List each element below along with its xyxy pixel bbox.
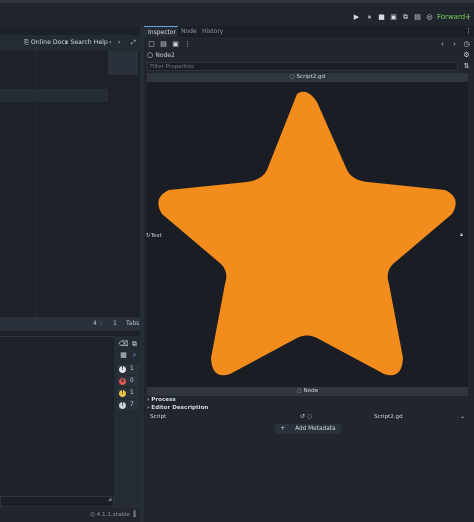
- history-icon[interactable]: ◷: [461, 39, 472, 50]
- distraction-free-icon[interactable]: ⤢: [131, 38, 136, 48]
- info-icon: !: [119, 365, 126, 373]
- add-metadata-button[interactable]: + Add Metadata: [275, 424, 341, 434]
- search-help-button[interactable]: ⌕ Search Help: [65, 38, 108, 48]
- history-back-icon[interactable]: ‹: [437, 39, 448, 50]
- script-value: Script2.gd: [374, 414, 403, 420]
- node-header-icon: ◌: [296, 388, 302, 394]
- chevron-down-icon[interactable]: ⌄: [460, 413, 465, 421]
- filter-icon[interactable]: ▦: [118, 350, 129, 361]
- new-resource-icon[interactable]: ▢: [146, 39, 157, 50]
- output-filter-input[interactable]: [0, 496, 114, 507]
- preview-row-left: ↻Test: [146, 232, 162, 240]
- info-count: 1: [130, 366, 134, 372]
- save-resource-icon[interactable]: ▣: [170, 39, 181, 50]
- play-icon[interactable]: ▶: [351, 12, 362, 23]
- cursor-column: 1: [113, 320, 117, 327]
- property-sort-icon[interactable]: ⇅: [461, 61, 472, 72]
- warning-count-toggle[interactable]: ! 1: [117, 388, 139, 398]
- filter-placeholder: Filter Properties: [150, 64, 194, 70]
- search-help-label: Search Help: [70, 39, 108, 46]
- online-docs-icon: ⎘: [24, 39, 29, 46]
- bottom-panel-bar: [0, 508, 474, 522]
- history-forward-icon[interactable]: ›: [449, 39, 460, 50]
- movie-maker-icon[interactable]: ▤: [412, 12, 423, 23]
- message-count-toggle[interactable]: ! 7: [117, 400, 139, 410]
- info-count-toggle[interactable]: ! 1: [117, 364, 139, 374]
- star-shape: [158, 91, 456, 376]
- output-toolbar: [114, 336, 140, 508]
- indent-mode[interactable]: Tabs: [126, 317, 139, 331]
- expand-arrow-icon: ›: [147, 405, 150, 411]
- tab-inspector[interactable]: Inspector: [144, 26, 178, 37]
- section-process[interactable]: › Process: [147, 396, 468, 404]
- play-custom-scene-icon[interactable]: ⧉: [400, 12, 411, 23]
- preview-left-label: Test: [150, 233, 162, 239]
- prev-script-icon[interactable]: ‹: [109, 38, 111, 48]
- add-metadata-label: Add Metadata: [295, 426, 336, 432]
- cursor-separator: :: [100, 320, 103, 327]
- play-scene-icon[interactable]: ▣: [388, 12, 399, 23]
- message-count: 7: [130, 402, 134, 408]
- node-section-header[interactable]: ◌ Node: [147, 387, 468, 396]
- stop-icon[interactable]: ■: [376, 12, 387, 23]
- editor-status-bar: [0, 317, 140, 331]
- message-icon: !: [119, 401, 126, 409]
- version-icon: ⌬: [90, 512, 95, 518]
- object-name: Node2: [155, 52, 175, 59]
- warning-count: 1: [130, 390, 134, 396]
- version-text: 4.1.1.stable: [96, 512, 130, 518]
- current-line-highlight: [0, 89, 108, 102]
- error-icon: x: [119, 377, 126, 385]
- search-icon[interactable]: ⌕: [129, 350, 140, 361]
- clear-icon[interactable]: ⌫: [118, 339, 129, 350]
- next-script-icon[interactable]: ›: [118, 38, 120, 48]
- star-preview-image: [158, 91, 456, 376]
- tab-history[interactable]: History: [198, 26, 227, 37]
- error-count-toggle[interactable]: x 0: [117, 376, 139, 386]
- minimap[interactable]: [108, 51, 140, 317]
- online-docs-label: Online Docs: [30, 39, 69, 46]
- script-icon: ◌: [289, 74, 295, 80]
- bottom-panel-pin-icon[interactable]: ⫿: [129, 509, 140, 520]
- copy-icon[interactable]: ⧉: [129, 339, 140, 350]
- section-editor-description-label: Editor Description: [151, 405, 209, 411]
- filter-search-icon: ⌕: [108, 496, 113, 504]
- remote-debug-icon[interactable]: ◎: [424, 12, 435, 23]
- expand-arrow-icon: ›: [147, 397, 150, 403]
- lock-icon[interactable]: 🔒︎: [460, 232, 463, 239]
- error-count: 0: [130, 378, 134, 384]
- script-property-label: Script: [150, 414, 167, 420]
- more-icon[interactable]: ⋮: [463, 12, 474, 23]
- node-icon: ○: [147, 51, 154, 59]
- script-revert-icon[interactable]: ↺ ◌: [300, 413, 312, 421]
- search-help-icon: ⌕: [65, 39, 69, 46]
- section-process-label: Process: [151, 397, 176, 403]
- warning-icon: !: [119, 389, 126, 397]
- resource-menu-icon[interactable]: ⋮: [182, 39, 193, 50]
- version-label: ⌬ 4.1.1.stable: [90, 509, 130, 521]
- section-editor-description[interactable]: › Editor Description: [147, 404, 468, 412]
- minimap-viewport[interactable]: [108, 51, 138, 75]
- dock-menu-icon[interactable]: ⋮: [463, 26, 474, 37]
- object-selector[interactable]: ○ Node2: [147, 51, 472, 61]
- script-value-picker[interactable]: Script2.gd: [374, 413, 403, 421]
- node-header-label: Node: [303, 388, 319, 394]
- script-section-header[interactable]: ◌ Script2.gd: [147, 73, 468, 82]
- filter-properties-input[interactable]: Filter Properties: [147, 62, 458, 71]
- object-properties-icon[interactable]: ⚙: [461, 50, 472, 61]
- load-resource-icon[interactable]: ▤: [158, 39, 169, 50]
- cursor-line: 4: [93, 320, 97, 327]
- online-docs-button[interactable]: ⎘ Online Docs: [24, 38, 68, 48]
- plus-icon: +: [280, 426, 286, 432]
- script-header-label: Script2.gd: [296, 74, 326, 80]
- pause-icon[interactable]: ⏸: [364, 12, 375, 23]
- title-strip: [0, 0, 474, 3]
